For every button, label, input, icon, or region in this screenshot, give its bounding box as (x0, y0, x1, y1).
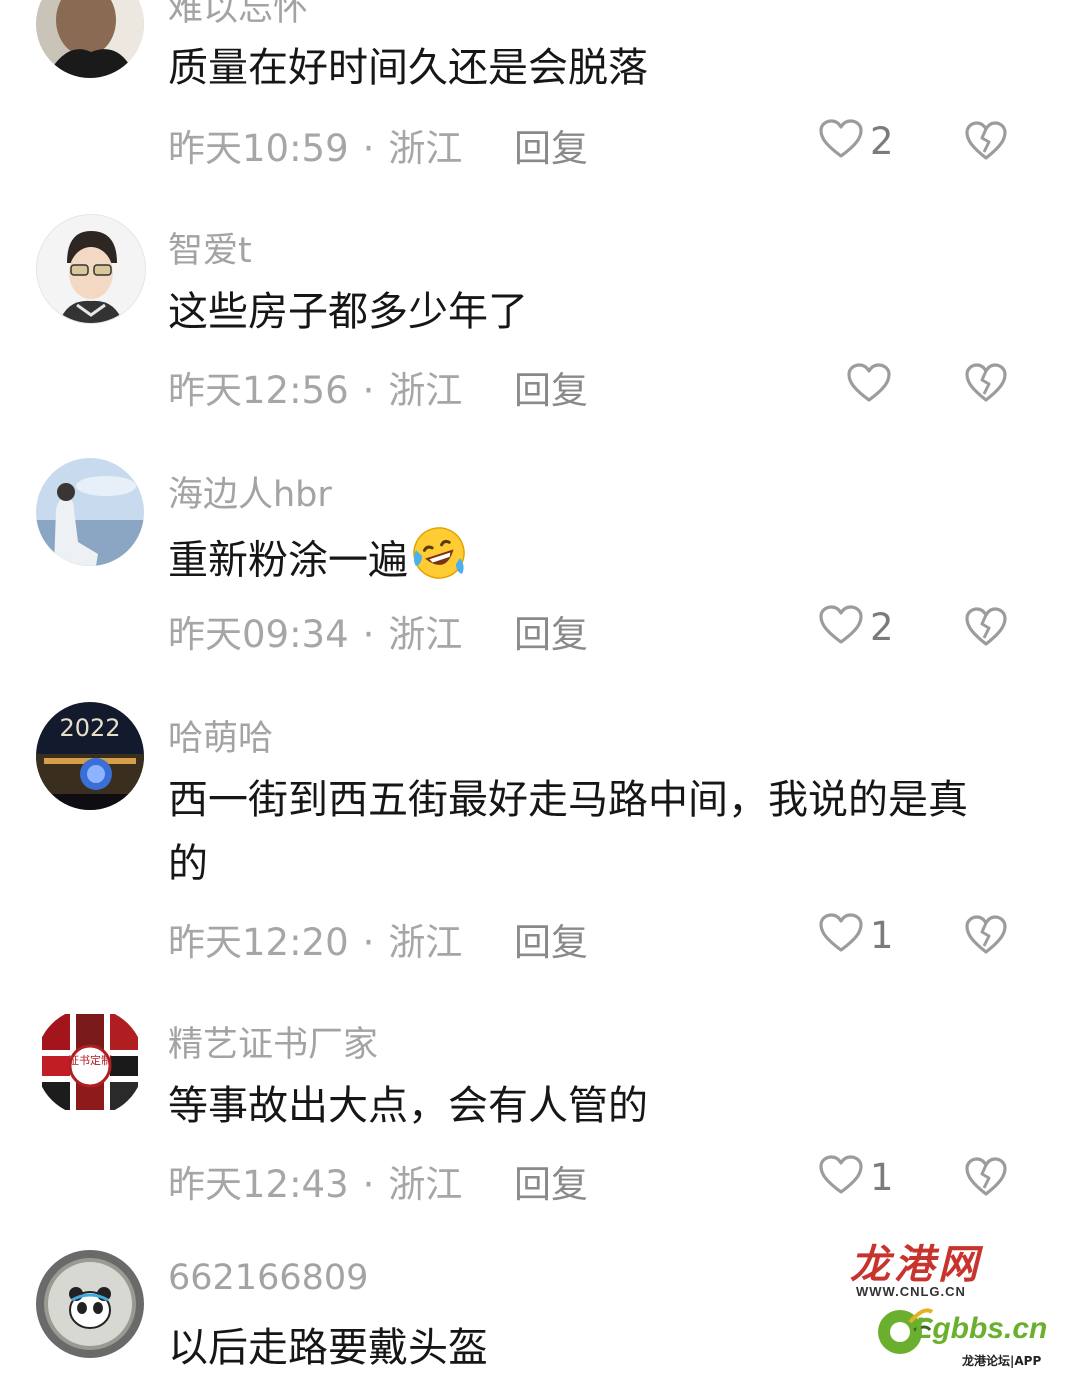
username[interactable]: 哈萌哈 (168, 710, 273, 761)
username[interactable]: 精艺证书厂家 (168, 1016, 378, 1067)
heart-outline-icon (818, 912, 864, 958)
separator: · (362, 613, 375, 656)
comment-time: 昨天09:34 (168, 613, 349, 656)
like-button[interactable]: 1 (818, 1154, 894, 1200)
separator: · (362, 1163, 375, 1206)
watermark-logo-cn: 龙港网 (850, 1241, 982, 1288)
watermark-url: WWW.CNLG.CN (856, 1284, 966, 1299)
broken-heart-icon (964, 1157, 1008, 1202)
comment-location: 浙江 (388, 127, 463, 170)
comment-text: 西一街到西五街最好走马路中间，我说的是真的 (168, 777, 968, 887)
broken-heart-icon (964, 121, 1008, 166)
broken-heart-icon (964, 607, 1008, 652)
comment-meta: 昨天12:43 · 浙江 (168, 1154, 462, 1208)
like-count: 1 (870, 913, 894, 957)
comment-meta: 昨天12:20 · 浙江 (168, 912, 462, 966)
dislike-button[interactable] (964, 362, 1008, 408)
like-button[interactable]: 2 (818, 118, 894, 164)
watermark: 龙港网 WWW.CNLG.CN Lgbbs.cn 龙港论坛|APP (836, 1232, 1067, 1373)
dislike-button[interactable] (964, 914, 1008, 960)
avatar[interactable]: 证书定制 (36, 1008, 144, 1116)
comment-meta: 昨天10:59 · 浙江 (168, 118, 462, 172)
avatar[interactable] (36, 458, 144, 566)
avatar[interactable]: 2022 (36, 702, 144, 810)
avatar[interactable] (36, 0, 144, 78)
reply-button[interactable]: 回复 (514, 118, 588, 172)
comment-time: 昨天12:20 (168, 921, 349, 964)
comment-time: 昨天12:43 (168, 1163, 349, 1206)
like-button[interactable]: 2 (818, 604, 894, 650)
dislike-button[interactable] (964, 120, 1008, 166)
comment-time: 昨天10:59 (168, 127, 349, 170)
watermark-brand: Lgbbs.cn (914, 1312, 1048, 1345)
comment-location: 浙江 (388, 921, 463, 964)
separator: · (362, 127, 375, 170)
comment-location: 浙江 (388, 369, 463, 412)
separator: · (362, 369, 375, 412)
username[interactable]: 662166809 (168, 1258, 368, 1298)
avatar[interactable] (36, 1250, 144, 1358)
broken-heart-icon (964, 915, 1008, 960)
broken-heart-icon (964, 363, 1008, 408)
like-count: 2 (870, 605, 894, 649)
heart-outline-icon (846, 362, 892, 408)
comment-text: 这些房子都多少年了 (168, 289, 528, 335)
like-count: 1 (870, 1155, 894, 1199)
avatar[interactable] (36, 214, 146, 324)
username[interactable]: 海边人hbr (168, 466, 332, 517)
reply-button[interactable]: 回复 (514, 360, 588, 414)
username[interactable]: 难以忘怀 (168, 0, 308, 31)
comment-text: 质量在好时间久还是会脱落 (168, 45, 648, 91)
like-count: 2 (870, 119, 894, 163)
reply-button[interactable]: 回复 (514, 1154, 588, 1208)
avatar-text: 2022 (59, 714, 120, 742)
comment-meta: 昨天12:56 · 浙江 (168, 360, 462, 414)
dislike-button[interactable] (964, 1156, 1008, 1202)
comment-text-body: 重新粉涂一遍 (168, 537, 408, 584)
comment-text: 等事故出大点，会有人管的 (168, 1083, 648, 1129)
comment-time: 昨天12:56 (168, 369, 349, 412)
like-button[interactable] (846, 362, 892, 408)
watermark-sub: 龙港论坛|APP (962, 1354, 1042, 1368)
comment-location: 浙江 (388, 613, 463, 656)
laughing-tears-emoji (410, 524, 468, 601)
heart-outline-icon (818, 118, 864, 164)
comment-location: 浙江 (388, 1163, 463, 1206)
reply-button[interactable]: 回复 (514, 912, 588, 966)
separator: · (362, 921, 375, 964)
comment-meta: 昨天09:34 · 浙江 (168, 604, 462, 658)
dislike-button[interactable] (964, 606, 1008, 652)
username[interactable]: 智爱t (168, 222, 252, 273)
like-button[interactable]: 1 (818, 912, 894, 958)
reply-button[interactable]: 回复 (514, 604, 588, 658)
heart-outline-icon (818, 1154, 864, 1200)
comment-text: 重新粉涂一遍 (168, 524, 998, 601)
heart-outline-icon (818, 604, 864, 650)
avatar-text: 证书定制 (68, 1053, 112, 1067)
